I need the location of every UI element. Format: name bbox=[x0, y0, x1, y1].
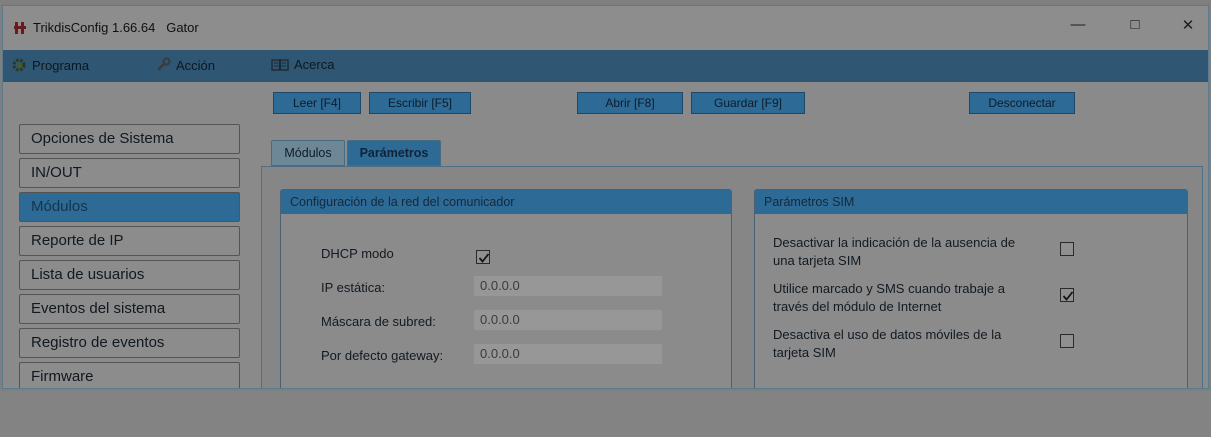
window-title: TrikdisConfig 1.66.64 Gator bbox=[33, 20, 199, 35]
sidebar-item-registro-de-eventos[interactable]: Registro de eventos bbox=[19, 328, 240, 358]
sim-option-2-line1: Utilice marcado y SMS cuando trabaje a bbox=[773, 281, 1005, 296]
close-icon[interactable]: ✕ bbox=[1173, 16, 1203, 34]
sim-option-1-line2: una tarjeta SIM bbox=[773, 253, 862, 268]
dhcp-label: DHCP modo bbox=[321, 246, 394, 261]
sim-params-group: Parámetros SIM Desactivar la indicación … bbox=[754, 189, 1188, 388]
sim-params-title: Parámetros SIM bbox=[755, 190, 1187, 214]
sidebar-item-opciones-de-sistema[interactable]: Opciones de Sistema bbox=[19, 124, 240, 154]
menu-accion[interactable]: Acción bbox=[155, 57, 215, 73]
gateway-field[interactable]: 0.0.0.0 bbox=[473, 343, 663, 365]
sim-option-1-label: Desactivar la indicación de la ausencia … bbox=[773, 234, 1015, 270]
gateway-label: Por defecto gateway: bbox=[321, 348, 444, 363]
wrench-icon bbox=[157, 57, 171, 71]
tab-modulos[interactable]: Módulos bbox=[271, 140, 345, 166]
ip-field[interactable]: 0.0.0.0 bbox=[473, 275, 663, 297]
sim-option-2-label: Utilice marcado y SMS cuando trabaje a t… bbox=[773, 280, 1005, 316]
minimize-icon[interactable]: — bbox=[1063, 16, 1093, 33]
sidebar-item-reporte-de-ip[interactable]: Reporte de IP bbox=[19, 226, 240, 256]
sim-option-1-line1: Desactivar la indicación de la ausencia … bbox=[773, 235, 1016, 250]
dhcp-checkbox[interactable] bbox=[476, 250, 490, 264]
book-icon bbox=[271, 58, 289, 71]
guardar-button[interactable]: Guardar [F9] bbox=[691, 92, 805, 114]
network-config-group: Configuración de la red del comunicador … bbox=[280, 189, 732, 388]
tab-parametros[interactable]: Parámetros bbox=[347, 140, 441, 166]
menu-acerca-label: Acerca bbox=[294, 57, 335, 72]
checkmark-icon bbox=[1062, 291, 1074, 301]
title-bar: TrikdisConfig 1.66.64 Gator — □ ✕ bbox=[3, 6, 1208, 50]
sidebar-item-eventos-del-sistema[interactable]: Eventos del sistema bbox=[19, 294, 240, 324]
ip-label: IP estática: bbox=[321, 280, 386, 295]
status-area bbox=[0, 391, 1211, 437]
sim-option-3-label: Desactiva el uso de datos móviles de la … bbox=[773, 326, 1001, 362]
sim-option-2-line2: través del módulo de Internet bbox=[773, 299, 942, 314]
app-logo-icon bbox=[14, 22, 26, 34]
device-name: Gator bbox=[166, 20, 199, 35]
tab-panel: Configuración de la red del comunicador … bbox=[261, 166, 1203, 388]
network-config-title: Configuración de la red del comunicador bbox=[281, 190, 731, 214]
sidebar-item-modulos[interactable]: Módulos bbox=[19, 192, 240, 222]
leer-button[interactable]: Leer [F4] bbox=[273, 92, 361, 114]
sim-option-2-checkbox[interactable] bbox=[1060, 288, 1074, 302]
sim-option-3-line2: tarjeta SIM bbox=[773, 345, 836, 360]
gear-icon bbox=[12, 58, 26, 72]
sidebar-item-lista-de-usuarios[interactable]: Lista de usuarios bbox=[19, 260, 240, 290]
checkmark-icon bbox=[478, 253, 490, 263]
menu-programa-label: Programa bbox=[32, 57, 90, 73]
menu-accion-label: Acción bbox=[176, 57, 216, 73]
sim-option-3-checkbox[interactable] bbox=[1060, 334, 1074, 348]
sidebar-item-in-out[interactable]: IN/OUT bbox=[19, 158, 240, 188]
app-window: TrikdisConfig 1.66.64 Gator — □ ✕ Progra… bbox=[2, 5, 1209, 389]
desconectar-button[interactable]: Desconectar bbox=[969, 92, 1075, 114]
mask-field[interactable]: 0.0.0.0 bbox=[473, 309, 663, 331]
sidebar-item-firmware[interactable]: Firmware bbox=[19, 362, 240, 388]
sim-option-3-line1: Desactiva el uso de datos móviles de la bbox=[773, 327, 1002, 342]
app-name: TrikdisConfig 1.66.64 bbox=[33, 20, 156, 35]
menu-programa[interactable]: Programa bbox=[11, 57, 89, 73]
sim-option-1-checkbox[interactable] bbox=[1060, 242, 1074, 256]
menu-bar: Programa Acción Acerca bbox=[3, 50, 1208, 82]
mask-label: Máscara de subred: bbox=[321, 314, 436, 329]
abrir-button[interactable]: Abrir [F8] bbox=[577, 92, 683, 114]
maximize-icon[interactable]: □ bbox=[1120, 16, 1150, 33]
menu-acerca[interactable]: Acerca bbox=[271, 57, 334, 72]
escribir-button[interactable]: Escribir [F5] bbox=[369, 92, 471, 114]
